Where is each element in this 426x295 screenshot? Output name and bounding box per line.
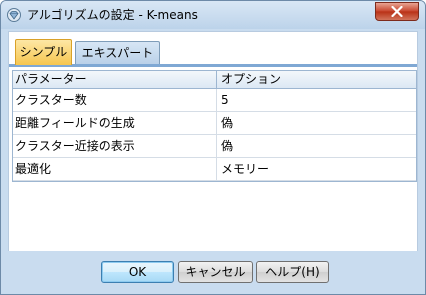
tab-simple[interactable]: シンプル	[15, 39, 72, 65]
table-header: パラメーター オプション	[13, 71, 416, 89]
column-header-option[interactable]: オプション	[217, 71, 416, 88]
diamond-gem-icon	[7, 8, 21, 22]
tab-simple-label: シンプル	[19, 45, 68, 59]
ok-button[interactable]: OK	[101, 261, 174, 283]
parameter-table: パラメーター オプション クラスター数 5 距離フィールドの生成 偽 クラスター…	[12, 70, 417, 182]
table-row[interactable]: クラスター近接の表示 偽	[13, 135, 416, 158]
table-row[interactable]: クラスター数 5	[13, 89, 416, 112]
option-value[interactable]: 偽	[217, 112, 416, 134]
parameter-name: 最適化	[13, 158, 217, 180]
option-value[interactable]: 5	[217, 89, 416, 111]
cancel-button[interactable]: キャンセル	[178, 261, 253, 283]
parameter-name: クラスター数	[13, 89, 217, 111]
title-bar[interactable]: アルゴリズムの設定 - K-means	[1, 1, 425, 29]
table-row[interactable]: 距離フィールドの生成 偽	[13, 112, 416, 135]
close-icon	[391, 6, 403, 17]
column-header-parameter[interactable]: パラメーター	[13, 71, 217, 88]
close-button[interactable]	[375, 2, 419, 21]
parameter-name: クラスター近接の表示	[13, 135, 217, 157]
tab-expert-label: エキスパート	[81, 46, 154, 60]
option-value[interactable]: 偽	[217, 135, 416, 157]
table-row[interactable]: 最適化 メモリー	[13, 158, 416, 181]
window-title: アルゴリズムの設定 - K-means	[27, 8, 198, 22]
option-value[interactable]: メモリー	[217, 158, 416, 180]
parameter-name: 距離フィールドの生成	[13, 112, 217, 134]
help-button[interactable]: ヘルプ(H)	[256, 261, 329, 283]
dialog-window: アルゴリズムの設定 - K-means シンプル エキスパート パラメーター オ…	[0, 0, 426, 295]
button-bar: OK キャンセル ヘルプ(H)	[8, 251, 418, 289]
tab-expert[interactable]: エキスパート	[75, 41, 160, 65]
